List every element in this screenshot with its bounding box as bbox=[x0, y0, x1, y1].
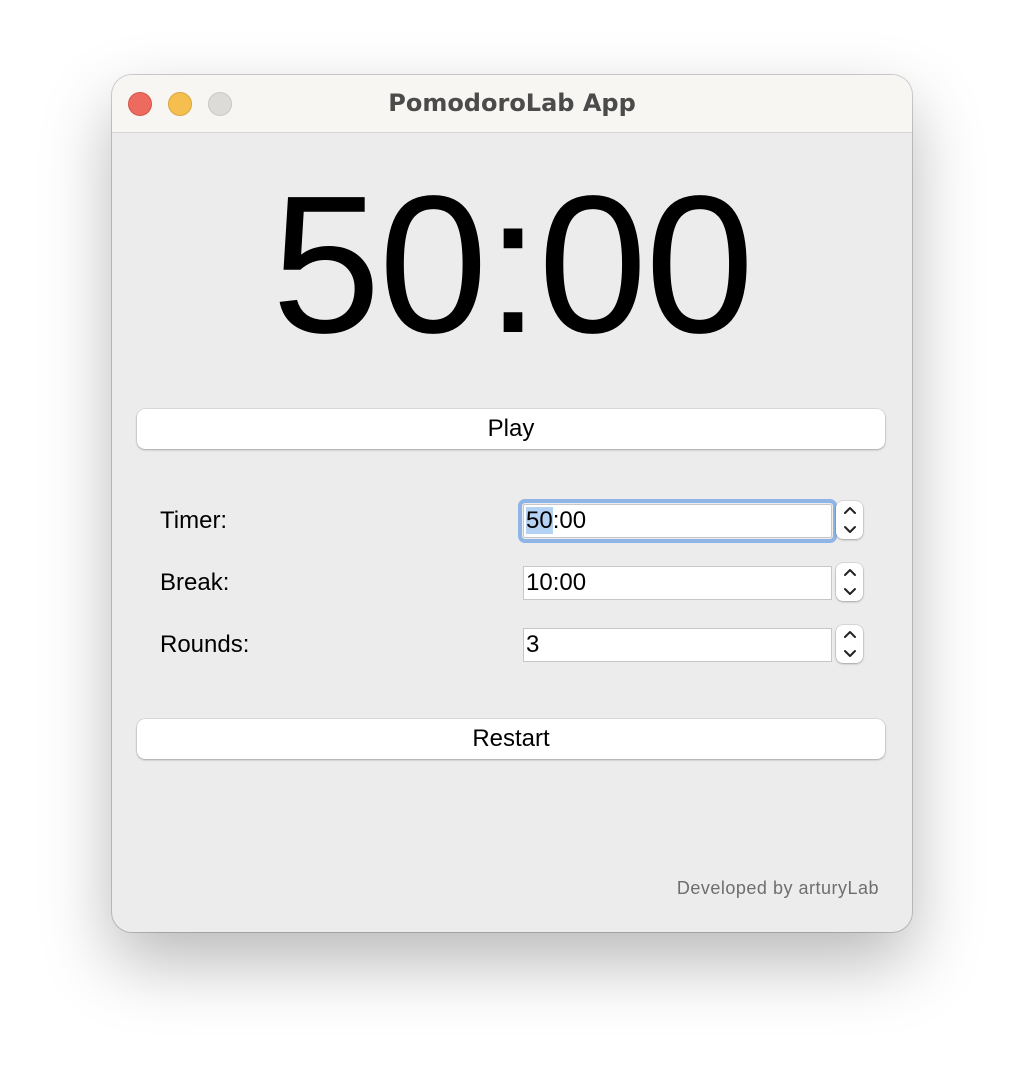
chevron-down-icon bbox=[843, 588, 856, 595]
restart-button[interactable]: Restart bbox=[137, 719, 885, 759]
play-button[interactable]: Play bbox=[137, 409, 885, 449]
break-stepper[interactable] bbox=[836, 563, 863, 601]
app-window: PomodoroLab App 50:00 Play Timer: 50:00 … bbox=[112, 75, 912, 932]
timer-label: Timer: bbox=[160, 507, 228, 534]
break-duration-input[interactable]: 10:00 bbox=[523, 566, 832, 600]
rounds-stepper[interactable] bbox=[836, 625, 863, 663]
chevron-up-icon bbox=[843, 631, 856, 638]
title-bar[interactable]: PomodoroLab App bbox=[112, 75, 912, 133]
rounds-label: Rounds: bbox=[160, 631, 250, 658]
chevron-down-icon bbox=[843, 526, 856, 533]
rounds-input[interactable]: 3 bbox=[523, 628, 832, 662]
chevron-up-icon bbox=[843, 507, 856, 514]
timer-rest-text: :00 bbox=[552, 507, 587, 534]
developer-credit: Developed by arturyLab bbox=[676, 878, 879, 898]
chevron-down-icon bbox=[843, 650, 856, 657]
break-increment-button[interactable] bbox=[836, 563, 863, 582]
timer-selected-text: 50 bbox=[526, 507, 553, 534]
rounds-increment-button[interactable] bbox=[836, 625, 863, 644]
rounds-decrement-button[interactable] bbox=[836, 644, 863, 663]
break-decrement-button[interactable] bbox=[836, 582, 863, 601]
countdown-display: 50:00 bbox=[271, 155, 754, 374]
break-label: Break: bbox=[160, 569, 230, 596]
chevron-up-icon bbox=[843, 569, 856, 576]
timer-duration-input[interactable]: 50:00 bbox=[518, 499, 837, 543]
timer-increment-button[interactable] bbox=[836, 501, 863, 520]
timer-stepper[interactable] bbox=[836, 501, 863, 539]
timer-decrement-button[interactable] bbox=[836, 520, 863, 539]
window-title: PomodoroLab App bbox=[388, 89, 636, 117]
